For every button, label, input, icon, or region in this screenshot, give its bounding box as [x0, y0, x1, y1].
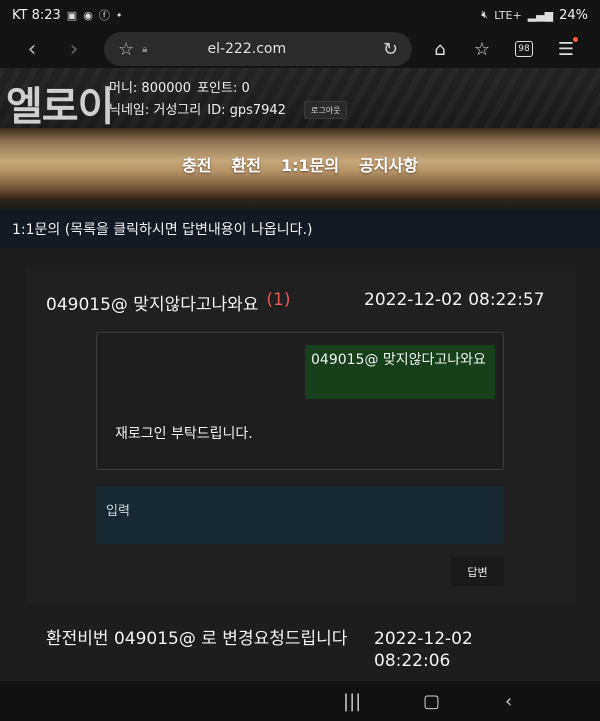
- dot-icon: •: [115, 8, 123, 22]
- inquiry-row-2[interactable]: 환전비번 049015@ 로 변경요청드립니다 2022-12-02 08:22…: [46, 628, 556, 671]
- bookmark-star-icon[interactable]: ☆: [118, 39, 134, 60]
- status-bar: KT 8:23 ▣ ◉ ⓕ • 🔇︎ LTE+ ▂▄▆ 24%: [0, 0, 600, 30]
- recent-apps-icon[interactable]: |||: [343, 689, 361, 713]
- browser-toolbar: ‹ › ☆ 🔒︎ el-222.com ↻ ⌂ ☆ 98 ☰: [0, 30, 600, 68]
- status-right: 🔇︎ LTE+ ▂▄▆ 24%: [481, 8, 588, 23]
- signal-icon: ▂▄▆: [527, 8, 554, 22]
- notification-dot: [573, 37, 578, 42]
- admin-reply: 재로그인 부탁드립니다.: [115, 426, 253, 442]
- facebook-icon: ⓕ: [98, 9, 110, 22]
- money-label: 머니: 800000: [109, 81, 192, 96]
- inquiry-subject-2[interactable]: 환전비번 049015@ 로 변경요청드립니다: [46, 628, 376, 650]
- network-label: LTE+: [494, 8, 522, 22]
- back-icon[interactable]: ‹: [12, 30, 52, 68]
- menu-exchange[interactable]: 환전: [232, 152, 261, 176]
- site-header: 엘로이 머니: 800000 포인트: 0 닉네임: 거성그리 ID: gps794…: [0, 68, 600, 130]
- main-menu: 충전 환전 1:1문의 공지사항: [0, 128, 600, 200]
- reply-count: (1): [266, 290, 291, 310]
- bookmarks-icon[interactable]: ☆: [468, 35, 496, 63]
- logout-button[interactable]: 로그아웃: [304, 101, 348, 119]
- phone-screen: KT 8:23 ▣ ◉ ⓕ • 🔇︎ LTE+ ▂▄▆ 24% ‹ › ☆ 🔒︎…: [0, 0, 600, 721]
- menu-inquiry[interactable]: 1:1문의: [281, 152, 339, 176]
- address-bar[interactable]: ☆ 🔒︎ el-222.com ↻: [104, 32, 412, 66]
- message-thread: 049015@ 맞지않다고나와요 재로그인 부탁드립니다.: [96, 332, 504, 470]
- inquiry-card: 049015@ 맞지않다고나와요 (1) 2022-12-02 08:22:57…: [26, 266, 576, 604]
- points-label: 포인트: 0: [197, 81, 250, 96]
- inquiry-list: 049015@ 맞지않다고나와요 (1) 2022-12-02 08:22:57…: [0, 248, 600, 681]
- mute-icon: 🔇︎: [481, 8, 489, 21]
- tabs-button[interactable]: 98: [510, 35, 538, 63]
- user-id-label: ID: gps7942: [207, 103, 286, 118]
- reply-button[interactable]: 답변: [451, 557, 504, 586]
- menu-notice[interactable]: 공지사항: [359, 152, 418, 176]
- menu-charge[interactable]: 충전: [182, 152, 211, 176]
- page-title: 1:1문의 (목록을 클릭하시면 답변내용이 나옵니다.): [0, 210, 600, 248]
- android-nav-bar: ||| ▢ ‹: [0, 681, 600, 721]
- url-text[interactable]: el-222.com: [207, 41, 286, 57]
- home-icon[interactable]: ⌂: [426, 35, 454, 63]
- menu-shadow: [0, 200, 600, 210]
- tab-count: 98: [515, 41, 533, 57]
- battery-level: 24%: [559, 7, 588, 23]
- inquiry-date-2: 2022-12-02 08:22:06: [374, 629, 473, 671]
- status-left: KT 8:23 ▣ ◉ ⓕ •: [12, 7, 122, 23]
- home-button-icon[interactable]: ▢: [423, 689, 440, 713]
- site-logo[interactable]: 엘로이: [6, 74, 114, 132]
- gallery-icon: ▣: [66, 8, 78, 22]
- menu-icon[interactable]: ☰: [552, 35, 580, 63]
- nickname-label: 닉네임: 거성그리: [109, 103, 202, 118]
- reply-input[interactable]: 입력: [96, 486, 504, 544]
- user-info: 머니: 800000 포인트: 0 닉네임: 거성그리 ID: gps7942: [109, 78, 292, 122]
- carrier-time: KT 8:23: [12, 7, 61, 23]
- messenger-icon: ◉: [83, 8, 93, 22]
- browser-actions: ⌂ ☆ 98 ☰: [426, 30, 580, 68]
- forward-icon[interactable]: ›: [54, 30, 94, 68]
- inquiry-date: 2022-12-02 08:22:57: [364, 290, 545, 310]
- lock-icon: 🔒︎: [142, 43, 148, 55]
- reload-icon[interactable]: ↻: [383, 39, 398, 60]
- back-button-icon[interactable]: ‹: [505, 689, 512, 713]
- inquiry-subject[interactable]: 049015@ 맞지않다고나와요: [46, 290, 258, 315]
- inquiry-row[interactable]: 049015@ 맞지않다고나와요 (1) 2022-12-02 08:22:57: [46, 290, 566, 315]
- user-message: 049015@ 맞지않다고나와요: [305, 345, 495, 399]
